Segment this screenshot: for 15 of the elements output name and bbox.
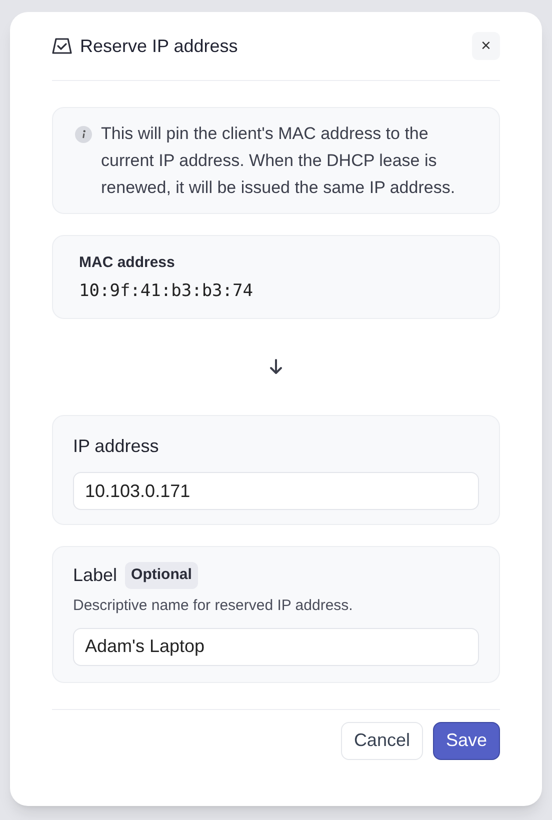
cancel-button[interactable]: Cancel	[340, 722, 423, 760]
label-hint: Descriptive name for reserved IP address.	[73, 596, 354, 616]
mac-label: MAC address	[79, 253, 176, 273]
info-text: This will pin the client's MAC address to the current IP address. When the DHCP lease is renewed, it will be issued the same IP address.	[101, 123, 456, 199]
label-title: Label	[73, 564, 118, 587]
ip-label: IP address	[73, 435, 160, 458]
info-icon	[75, 126, 92, 143]
close-button[interactable]: ×	[472, 32, 500, 60]
dialog-title: Reserve IP address	[80, 34, 238, 58]
save-button[interactable]: Save	[432, 722, 500, 760]
mac-value: 10:9f:41:b3:b3:74	[79, 280, 254, 302]
optional-badge: Optional	[125, 562, 198, 589]
label-field[interactable]: Adam's Laptop	[73, 628, 479, 666]
down-arrow-icon	[269, 359, 283, 375]
ip-field[interactable]: 10.103.0.171	[73, 472, 479, 510]
